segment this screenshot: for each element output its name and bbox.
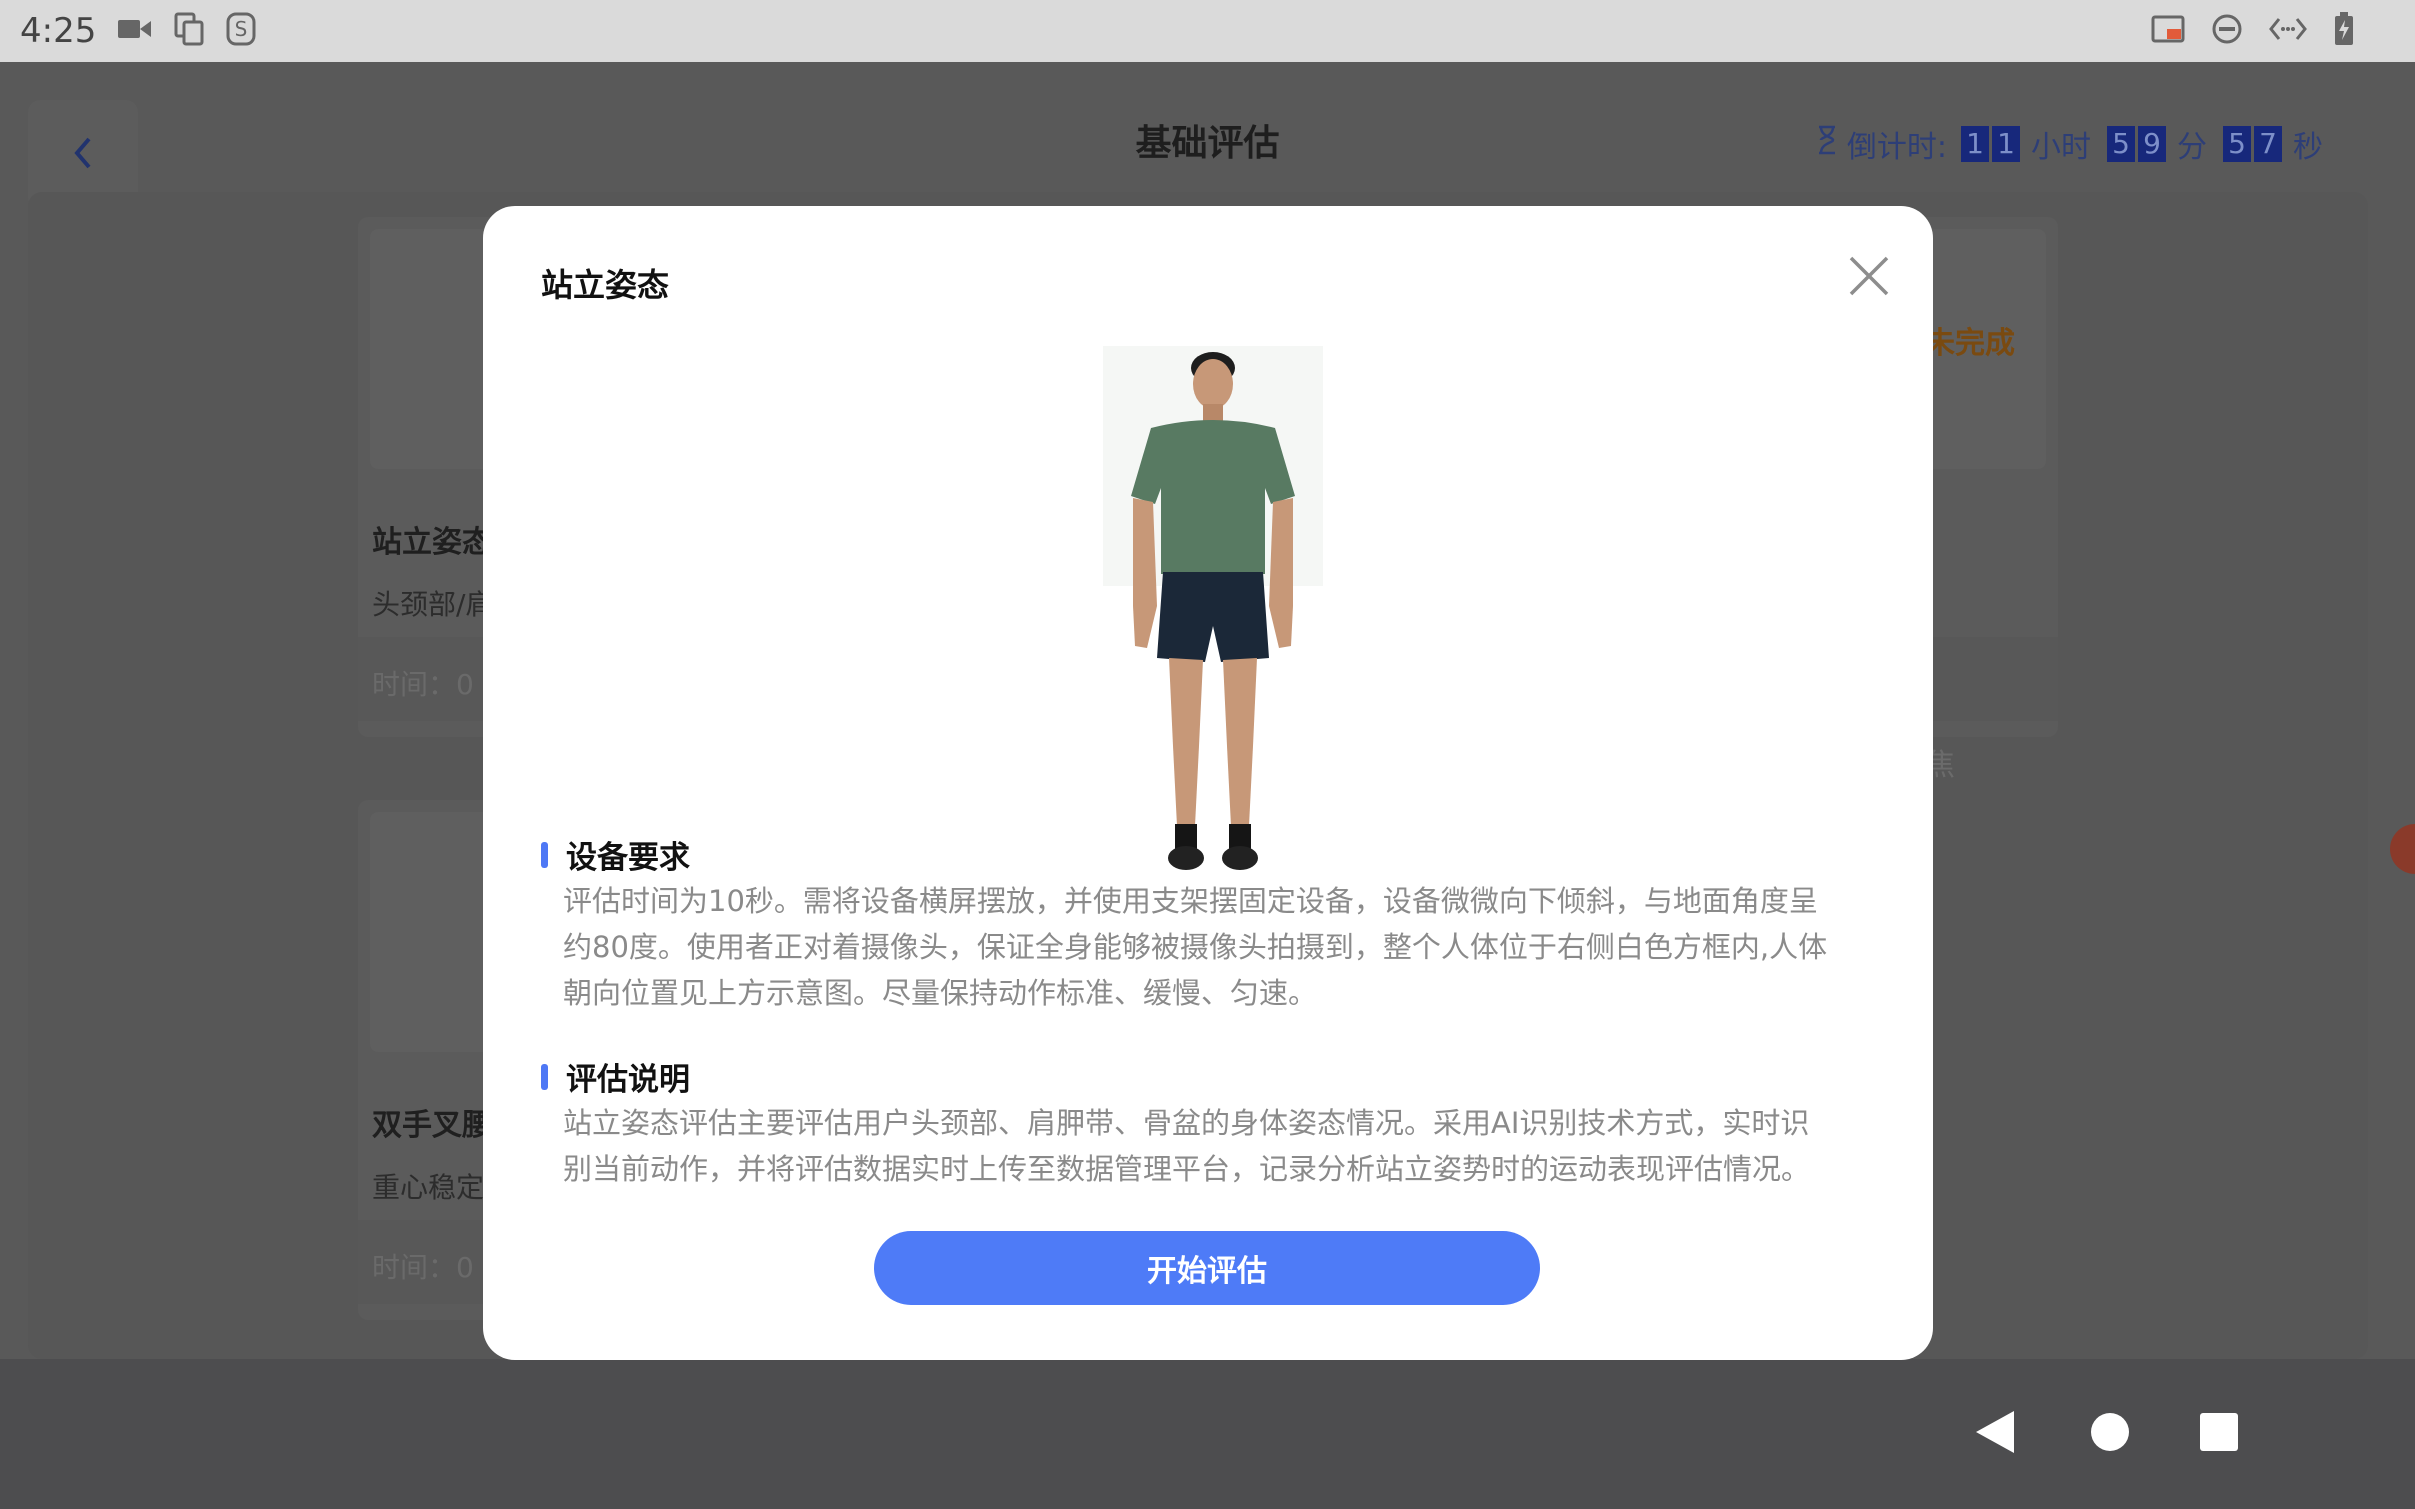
countdown-digit: 5 — [2107, 126, 2135, 162]
countdown-digit: 1 — [1961, 126, 1989, 162]
close-button[interactable] — [1843, 250, 1895, 302]
card-name: 站立姿态 — [372, 525, 492, 560]
dialog-title: 站立姿态 — [541, 266, 670, 304]
section-heading-description: 评估说明 — [541, 1054, 690, 1099]
countdown-unit: 秒 — [2293, 130, 2323, 165]
hourglass-icon — [1817, 125, 1837, 163]
home-circle-icon[interactable] — [2088, 1409, 2132, 1459]
section-heading-text: 评估说明 — [566, 1062, 690, 1098]
close-icon — [1843, 256, 1895, 306]
cast-icon — [2151, 15, 2185, 47]
section-body-description: 站立姿态评估主要评估用户头颈部、肩胛带、骨盆的身体姿态情况。采用AI识别技术方式… — [563, 1100, 1883, 1192]
do-not-disturb-icon — [2211, 13, 2243, 49]
back-triangle-icon[interactable] — [1974, 1409, 2016, 1459]
status-bar: 4:25 S — [0, 0, 2415, 62]
floating-button[interactable] — [2390, 824, 2415, 874]
status-time: 4:25 — [20, 11, 97, 51]
battery-charging-icon — [2333, 12, 2355, 50]
system-nav-bar — [0, 1359, 2415, 1509]
body-line: 约80度。使用者正对着摄像头，保证全身能够被摄像头拍摄到，整个人体位于右侧白色方… — [563, 930, 1828, 964]
status-badge: 未完成 — [1925, 326, 2015, 361]
countdown-label: 倒计时: — [1846, 130, 1947, 165]
assessment-dialog: 站立姿态 设备要求 评估时间为10秒。需将设备横屏摆放，并使用支架摆固定设备，设… — [483, 206, 1933, 1360]
recents-square-icon[interactable] — [2198, 1409, 2240, 1459]
body-line: 别当前动作，并将评估数据实时上传至数据管理平台，记录分析站立姿势时的运动表现评估… — [563, 1152, 1811, 1186]
body-line: 评估时间为10秒。需将设备横屏摆放，并使用支架摆固定设备，设备微微向下倾斜，与地… — [563, 884, 1818, 918]
app-header: 基础评估 倒计时: 1 1 小时 5 9 分 5 7 秒 — [0, 62, 2415, 210]
countdown-unit: 分 — [2177, 130, 2207, 165]
body-line: 朝向位置见上方示意图。尽量保持动作标准、缓慢、匀速。 — [563, 976, 1318, 1010]
card-name: 双手叉腰 — [372, 1108, 492, 1143]
accent-bar — [541, 841, 548, 868]
countdown-timer: 倒计时: 1 1 小时 5 9 分 5 7 秒 — [1817, 122, 2323, 166]
countdown-digit: 9 — [2138, 126, 2166, 162]
accent-bar — [541, 1063, 548, 1090]
video-camera-icon — [118, 17, 152, 45]
s-app-icon: S — [226, 12, 256, 50]
card-subtitle: 重心稳定 — [372, 1171, 485, 1204]
section-body-device: 评估时间为10秒。需将设备横屏摆放，并使用支架摆固定设备，设备微微向下倾斜，与地… — [563, 878, 1883, 1016]
code-icon — [2269, 17, 2307, 45]
section-heading-device: 设备要求 — [541, 832, 690, 877]
section-heading-text: 设备要求 — [566, 840, 690, 876]
card-subtitle: 头颈部/肩 — [372, 588, 494, 621]
card-time: 时间：0 — [372, 1251, 474, 1284]
countdown-digit: 5 — [2223, 126, 2251, 162]
body-line: 站立姿态评估主要评估用户头颈部、肩胛带、骨盆的身体姿态情况。采用AI识别技术方式… — [563, 1106, 1810, 1140]
svg-text:S: S — [235, 17, 248, 41]
start-assessment-button[interactable]: 开始评估 — [874, 1231, 1540, 1305]
countdown-digit: 1 — [1992, 126, 2020, 162]
card-time: 时间：0 — [372, 668, 474, 701]
countdown-unit: 小时 — [2031, 130, 2091, 165]
copy-icon — [174, 12, 204, 50]
countdown-digit: 7 — [2254, 126, 2282, 162]
